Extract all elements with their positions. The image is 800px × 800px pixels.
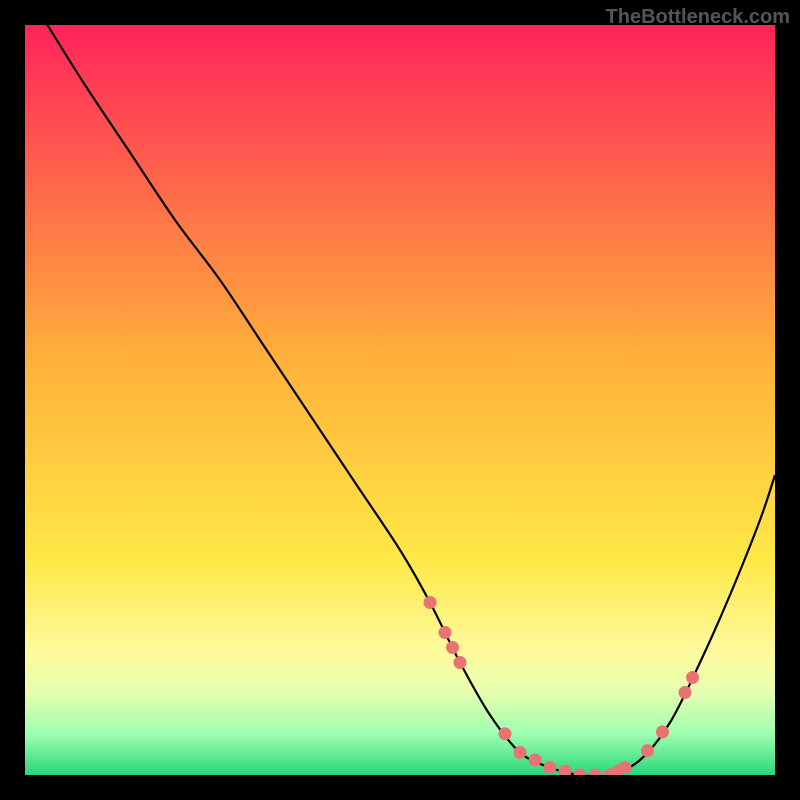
- curve-marker: [641, 744, 654, 757]
- curve-marker: [499, 727, 512, 740]
- gradient-background: [25, 25, 775, 775]
- curve-marker: [679, 686, 692, 699]
- curve-marker: [619, 761, 632, 774]
- curve-marker: [544, 761, 557, 774]
- curve-marker: [446, 641, 459, 654]
- curve-marker: [514, 746, 527, 759]
- curve-marker: [454, 656, 467, 669]
- watermark-text: TheBottleneck.com: [606, 6, 790, 29]
- curve-marker: [686, 671, 699, 684]
- chart-plot-frame: [25, 25, 775, 775]
- curve-marker: [656, 725, 669, 738]
- curve-marker: [439, 626, 452, 639]
- curve-marker: [529, 754, 542, 767]
- curve-marker: [424, 596, 437, 609]
- bottleneck-curve-chart: [25, 25, 775, 775]
